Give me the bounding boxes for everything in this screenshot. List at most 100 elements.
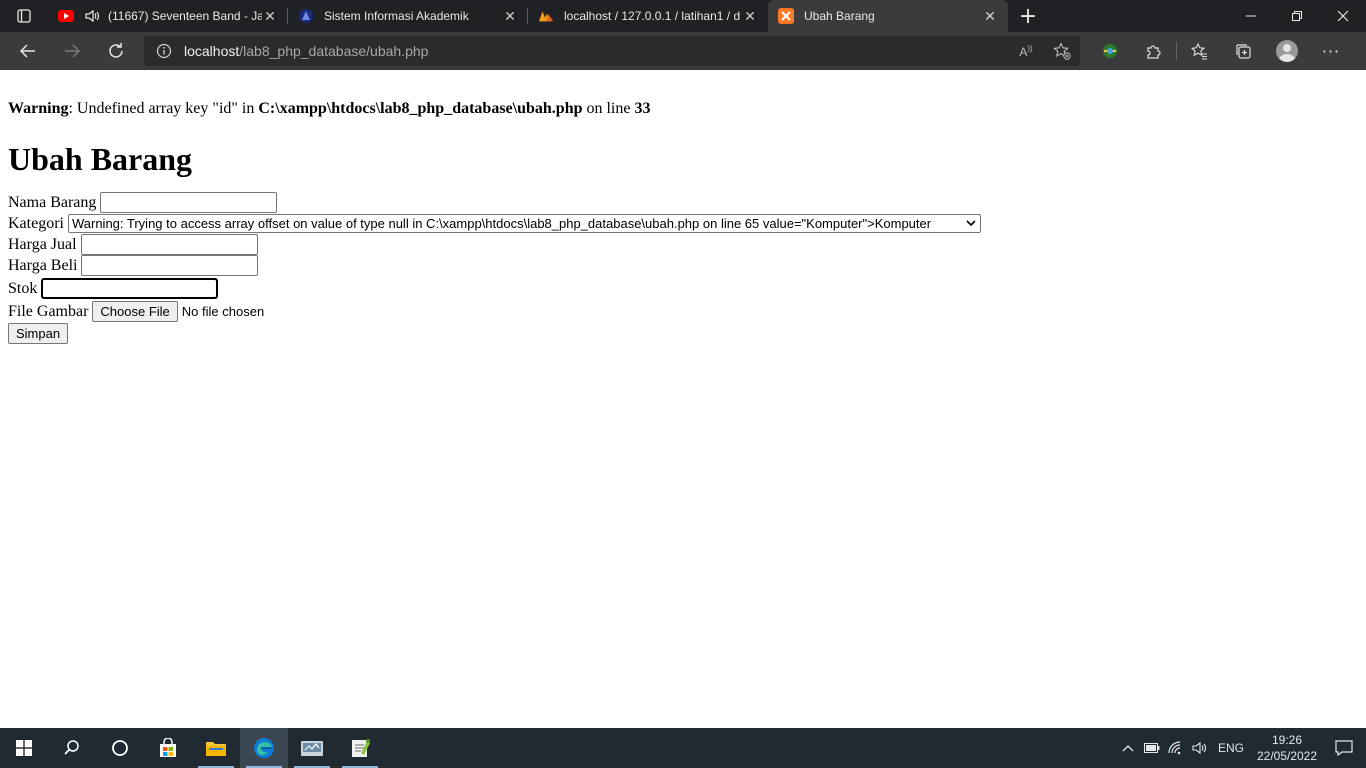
volume-icon[interactable]: [1188, 741, 1212, 755]
arrow-right-icon: [65, 44, 81, 58]
favorites-button[interactable]: [1177, 32, 1221, 70]
battery-icon[interactable]: [1140, 743, 1164, 753]
url-text: localhost/lab8_php_database/ubah.php: [184, 43, 428, 59]
input-language-indicator[interactable]: ENG: [1218, 741, 1244, 755]
php-warning: Warning: Undefined array key "id" in C:\…: [8, 98, 1358, 119]
warning-file: C:\xampp\htdocs\lab8_php_database\ubah.p…: [258, 100, 583, 117]
file-gambar-label: File Gambar: [8, 302, 89, 320]
choose-file-button[interactable]: Choose File: [92, 300, 178, 322]
extension-idm-button[interactable]: [1088, 32, 1132, 70]
site-info-icon[interactable]: [144, 43, 184, 59]
control-panel-icon: [301, 741, 323, 756]
forward-button[interactable]: [50, 32, 94, 70]
refresh-button[interactable]: [94, 32, 138, 70]
address-bar[interactable]: localhost/lab8_php_database/ubah.php A)): [144, 36, 1080, 66]
harga-jual-label: Harga Jual: [8, 236, 77, 253]
form-row-kategori: Kategori Warning: Trying to access array…: [8, 213, 1358, 234]
harga-beli-input[interactable]: [81, 255, 259, 276]
new-tab-button[interactable]: +: [1008, 0, 1048, 32]
wifi-icon[interactable]: [1164, 741, 1188, 755]
refresh-icon: [109, 43, 123, 58]
warning-line-number: 33: [634, 100, 651, 117]
form-row-harga-beli: Harga Beli: [8, 255, 1358, 276]
close-tab-icon[interactable]: ✕: [502, 8, 518, 24]
start-button[interactable]: [0, 728, 48, 768]
warning-text-line: on line: [582, 100, 635, 117]
harga-jual-input[interactable]: [80, 234, 258, 255]
window-controls: [1228, 0, 1366, 32]
add-favorite-button[interactable]: [1044, 42, 1080, 60]
browser-toolbar: localhost/lab8_php_database/ubah.php A))…: [0, 32, 1366, 70]
browser-tab-strip: (11667) Seventeen Band - Ja ✕ Sistem Inf…: [0, 0, 1366, 32]
taskbar-clock[interactable]: 19:26 22/05/2022: [1252, 732, 1322, 764]
settings-more-button[interactable]: ···: [1309, 32, 1353, 70]
cortana-button[interactable]: [96, 728, 144, 768]
back-button[interactable]: [6, 32, 50, 70]
tab-phpmyadmin[interactable]: localhost / 127.0.0.1 / latihan1 / d ✕: [528, 0, 768, 32]
collections-icon: [1236, 44, 1251, 59]
tab-title: Sistem Informasi Akademik: [324, 9, 469, 23]
read-aloud-icon: A)): [1019, 43, 1033, 59]
nama-barang-label: Nama Barang: [8, 194, 97, 211]
tab-ubah-barang[interactable]: Ubah Barang ✕: [768, 0, 1008, 32]
form-row-file: File Gambar Choose File No file chosen: [8, 300, 1358, 322]
taskbar-store-button[interactable]: [144, 728, 192, 768]
harga-beli-label: Harga Beli: [8, 257, 78, 274]
speaker-icon[interactable]: [84, 8, 100, 24]
cortana-icon: [112, 740, 128, 756]
youtube-icon: [58, 8, 74, 24]
notification-center-button[interactable]: [1322, 740, 1366, 756]
warning-label: Warning: [8, 100, 69, 117]
tab-actions-icon: [17, 9, 31, 23]
tab-youtube[interactable]: (11667) Seventeen Band - Ja ✕: [48, 0, 288, 32]
kategori-select[interactable]: Warning: Trying to access array offset o…: [67, 214, 981, 233]
xampp-icon: [778, 8, 794, 24]
windows-logo-icon: [16, 740, 32, 756]
extensions-button[interactable]: [1132, 32, 1176, 70]
avatar: [1276, 40, 1298, 62]
tab-title: localhost / 127.0.0.1 / latihan1 / d: [564, 9, 741, 23]
address-bar-actions: A)): [1008, 42, 1080, 60]
taskbar-notepadpp-button[interactable]: [336, 728, 384, 768]
restore-button[interactable]: [1274, 0, 1320, 32]
stok-input[interactable]: [41, 278, 219, 299]
tab-sistem-informasi[interactable]: Sistem Informasi Akademik ✕: [288, 0, 528, 32]
collections-button[interactable]: [1221, 32, 1265, 70]
tab-actions-button[interactable]: [0, 0, 48, 32]
windows-taskbar: ENG 19:26 22/05/2022: [0, 728, 1366, 768]
notepad-plus-plus-icon: [352, 739, 370, 757]
tab-title: (11667) Seventeen Band - Ja: [108, 9, 262, 23]
form-row-harga-jual: Harga Jual: [8, 234, 1358, 255]
toolbar-right-actions: ···: [1088, 32, 1353, 70]
clock-date: 22/05/2022: [1256, 749, 1318, 763]
edge-icon: [254, 738, 274, 758]
url-path: /lab8_php_database/ubah.php: [239, 43, 429, 59]
search-button[interactable]: [48, 728, 96, 768]
notification-icon: [1335, 740, 1353, 756]
nama-barang-input[interactable]: [100, 192, 278, 213]
minimize-button[interactable]: [1228, 0, 1274, 32]
restore-icon: [1292, 11, 1302, 21]
close-tab-icon[interactable]: ✕: [262, 8, 278, 24]
phpmyadmin-icon: [538, 8, 554, 24]
minimize-icon: [1246, 15, 1256, 17]
profile-button[interactable]: [1265, 32, 1309, 70]
idm-extension-icon: [1103, 44, 1117, 58]
show-hidden-icons-button[interactable]: [1116, 744, 1140, 752]
tab-title: Ubah Barang: [804, 9, 875, 23]
stok-label: Stok: [8, 280, 38, 297]
simpan-button[interactable]: Simpan: [8, 323, 69, 344]
warning-text: : Undefined array key "id" in: [68, 100, 259, 117]
close-window-button[interactable]: [1320, 0, 1366, 32]
taskbar-xampp-control-button[interactable]: [288, 728, 336, 768]
kategori-label: Kategori: [8, 215, 64, 232]
close-tab-icon[interactable]: ✕: [742, 8, 758, 24]
url-host: localhost: [184, 43, 240, 59]
close-icon: [1337, 10, 1349, 22]
close-tab-icon[interactable]: ✕: [982, 8, 998, 24]
arrow-left-icon: [19, 44, 35, 58]
taskbar-edge-button[interactable]: [240, 728, 288, 768]
read-aloud-button[interactable]: A)): [1008, 42, 1044, 60]
folder-icon: [206, 742, 226, 756]
taskbar-file-explorer-button[interactable]: [192, 728, 240, 768]
